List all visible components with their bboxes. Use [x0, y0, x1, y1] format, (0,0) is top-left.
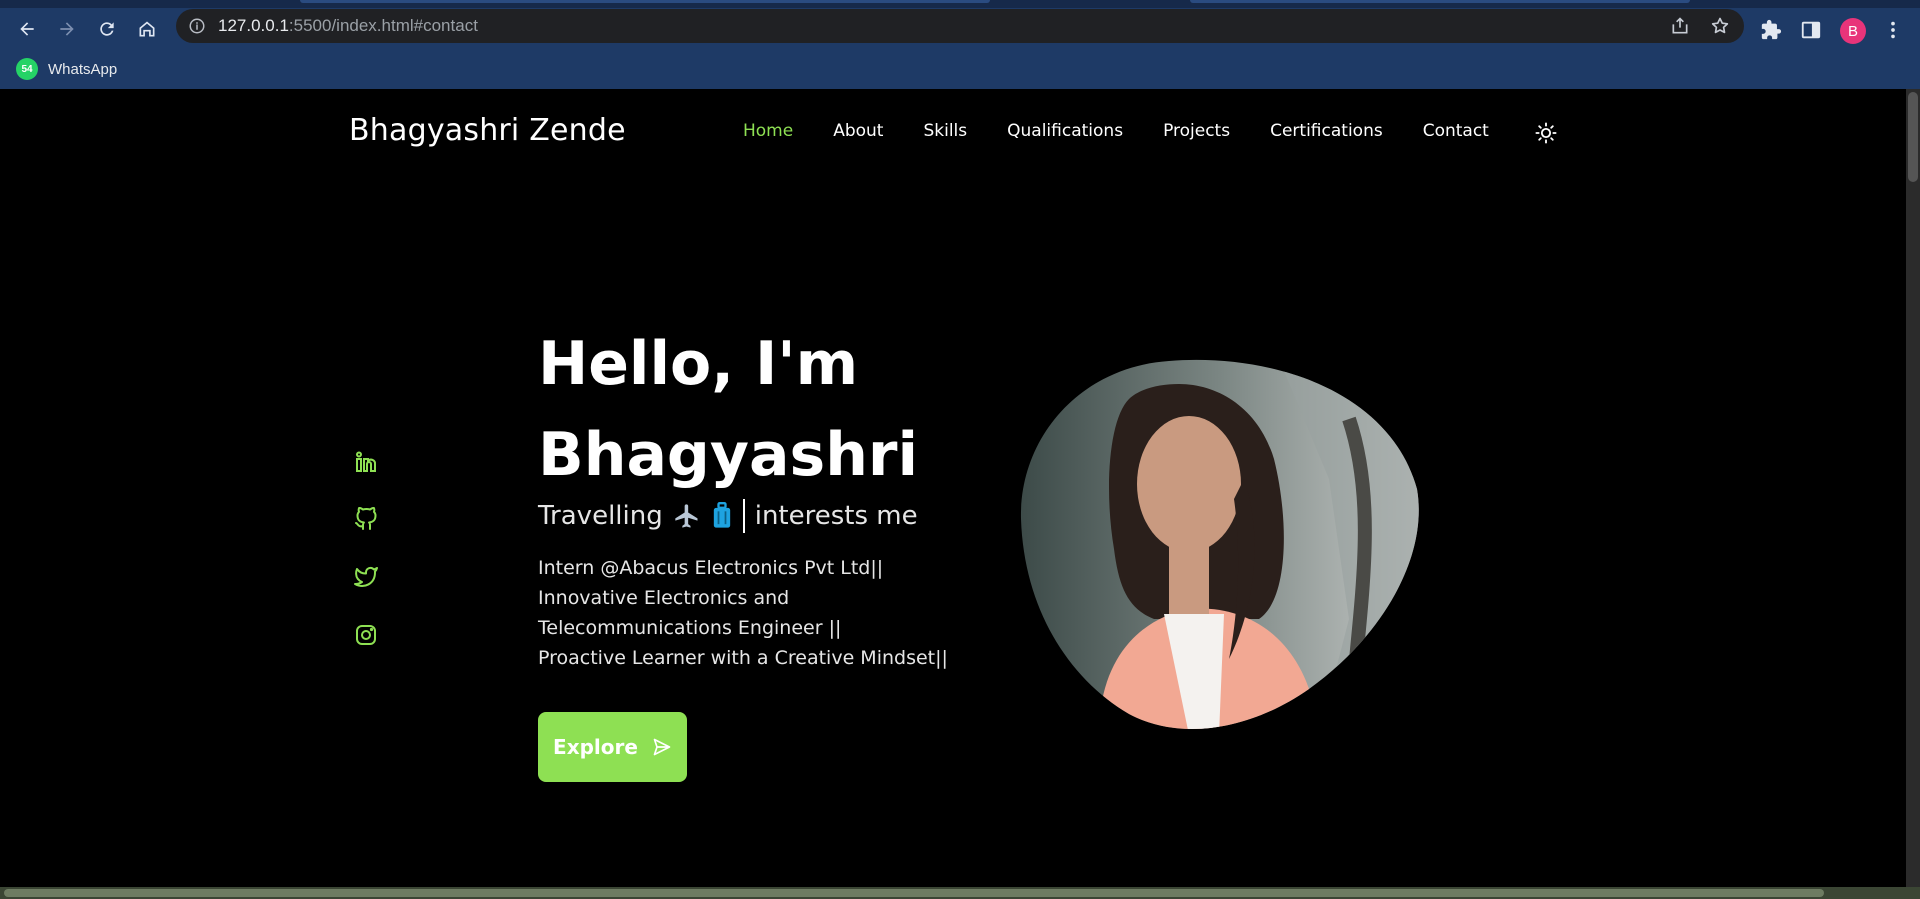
- nav-certifications[interactable]: Certifications: [1270, 121, 1383, 141]
- typing-prefix: Travelling: [538, 501, 663, 531]
- sidepanel-icon[interactable]: [1800, 19, 1822, 41]
- tab-strip: [0, 0, 1920, 8]
- back-button[interactable]: [11, 13, 43, 45]
- horizontal-scroll-thumb[interactable]: [4, 889, 1824, 897]
- nav-home[interactable]: Home: [743, 121, 793, 141]
- forward-button[interactable]: [51, 13, 83, 45]
- web-page: Bhagyashri Zende Home About Skills Quali…: [0, 89, 1906, 887]
- hero-description: Intern @Abacus Electronics Pvt Ltd|| Inn…: [538, 553, 978, 673]
- send-icon: [653, 738, 671, 756]
- browser-chrome: 127.0.0.1:5500/index.html#contact B 54 W…: [0, 0, 1920, 89]
- social-github[interactable]: [354, 506, 378, 535]
- hero-typing-line: Travelling interests me: [538, 499, 918, 533]
- whatsapp-icon: 54: [16, 58, 38, 80]
- bookmark-whatsapp[interactable]: 54 WhatsApp: [16, 55, 117, 83]
- luggage-icon: [713, 502, 730, 528]
- vertical-scrollbar[interactable]: [1906, 89, 1920, 887]
- social-twitter[interactable]: [354, 565, 378, 593]
- description-line: Innovative Electronics and: [538, 587, 790, 609]
- profile-avatar[interactable]: B: [1840, 18, 1866, 44]
- share-icon[interactable]: [1670, 16, 1690, 36]
- star-icon[interactable]: [1710, 16, 1730, 36]
- kebab-menu-icon[interactable]: [1882, 19, 1904, 41]
- typing-cursor: [742, 499, 745, 533]
- nav-about[interactable]: About: [833, 121, 883, 141]
- explore-label: Explore: [553, 735, 638, 759]
- info-icon[interactable]: [188, 17, 206, 35]
- github-icon: [355, 506, 377, 530]
- sun-icon[interactable]: [1535, 122, 1557, 144]
- tab-inactive[interactable]: [300, 0, 990, 3]
- tab-inactive[interactable]: [1190, 0, 1690, 3]
- url-host: 127.0.0.1: [218, 16, 289, 35]
- instagram-icon: [356, 625, 376, 645]
- nav-projects[interactable]: Projects: [1163, 121, 1230, 141]
- travel-emojis: [673, 502, 733, 530]
- hero-name: Bhagyashri: [538, 420, 919, 490]
- profile-photo: [1020, 359, 1419, 730]
- description-line: Telecommunications Engineer ||: [538, 617, 842, 639]
- reload-button[interactable]: [91, 13, 123, 45]
- home-icon: [139, 21, 155, 37]
- url-path: :5500/index.html#contact: [288, 16, 478, 35]
- extensions-icon[interactable]: [1760, 19, 1782, 41]
- social-instagram[interactable]: [354, 623, 378, 651]
- description-line: Proactive Learner with a Creative Mindse…: [538, 647, 948, 669]
- reload-icon: [100, 22, 114, 36]
- arrow-left-icon: [20, 22, 34, 36]
- bookmark-label: WhatsApp: [48, 60, 118, 78]
- airplane-icon: [675, 504, 698, 528]
- arrow-right-icon: [60, 22, 74, 36]
- typing-suffix: interests me: [754, 501, 918, 531]
- url-text[interactable]: 127.0.0.1:5500/index.html#contact: [218, 16, 478, 36]
- description-line: Intern @Abacus Electronics Pvt Ltd||: [538, 557, 884, 579]
- nav-contact[interactable]: Contact: [1423, 121, 1489, 141]
- hero-greeting: Hello, I'm: [538, 329, 859, 399]
- bookmarks-bar: 54 WhatsApp: [0, 49, 1920, 89]
- address-bar[interactable]: 127.0.0.1:5500/index.html#contact: [176, 9, 1744, 43]
- nav-skills[interactable]: Skills: [923, 121, 967, 141]
- home-button[interactable]: [131, 13, 163, 45]
- browser-toolbar: 127.0.0.1:5500/index.html#contact B: [0, 8, 1920, 49]
- twitter-icon: [354, 567, 378, 587]
- nav-qualifications[interactable]: Qualifications: [1007, 121, 1123, 141]
- linkedin-icon: [356, 451, 376, 472]
- social-linkedin[interactable]: [354, 450, 378, 478]
- vertical-scroll-thumb[interactable]: [1908, 92, 1918, 182]
- site-brand[interactable]: Bhagyashri Zende: [349, 113, 626, 148]
- explore-button[interactable]: Explore: [538, 712, 687, 782]
- main-nav: Home About Skills Qualifications Project…: [743, 121, 1529, 141]
